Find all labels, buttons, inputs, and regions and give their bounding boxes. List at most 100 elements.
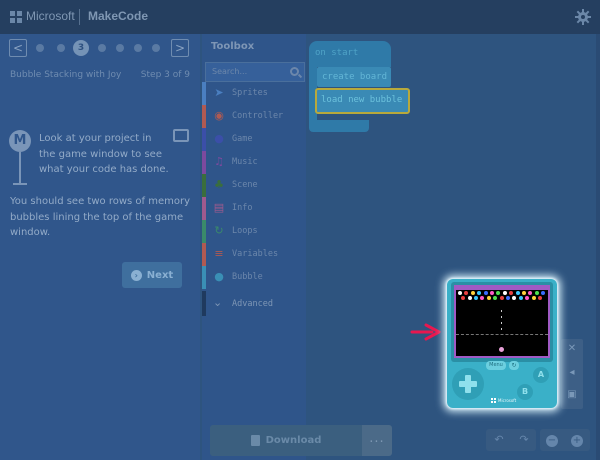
category-color-bar	[202, 174, 206, 197]
memory-bubble	[531, 296, 536, 300]
step-navigation: < 3 >	[0, 34, 200, 62]
zoom-in-button[interactable]: +	[564, 429, 590, 451]
block-container-foot	[309, 120, 369, 132]
search-icon[interactable]	[290, 67, 299, 76]
aim-dot	[501, 322, 502, 324]
a-button[interactable]: A	[533, 367, 549, 383]
undo-button[interactable]: ↶	[486, 429, 512, 451]
toolbox-category-scene[interactable]: ♣ Scene	[202, 174, 306, 197]
load-new-bubble-block[interactable]: load new bubble	[315, 88, 410, 114]
makecode-hint-icon: M	[9, 130, 31, 152]
category-label: Scene	[232, 180, 258, 190]
download-button[interactable]: Download	[210, 425, 362, 456]
category-label: Info	[232, 203, 253, 213]
mute-icon[interactable]: ◂	[561, 363, 583, 383]
on-start-label: on start	[315, 48, 359, 58]
step-dot-current[interactable]: 3	[73, 40, 89, 56]
fullscreen-icon[interactable]: ▣	[561, 385, 583, 405]
toolbox-category-music[interactable]: ♫ Music	[202, 151, 306, 174]
toolbox-category-advanced[interactable]: ⌄ Advanced	[202, 291, 306, 316]
gear-icon[interactable]	[575, 9, 591, 25]
toolbox-category-bubble[interactable]: ● Bubble	[202, 266, 306, 289]
next-button[interactable]: › Next	[122, 262, 182, 288]
tutorial-step-label: Step 3 of 9	[140, 70, 190, 80]
redo-icon: ↷	[519, 433, 529, 446]
tutorial-instruction: Look at your project in the game window …	[39, 133, 169, 175]
toolbox-category-info[interactable]: ▤ Info	[202, 197, 306, 220]
toolbox-category-sprites[interactable]: ➤ Sprites	[202, 82, 306, 105]
next-step-arrow-button[interactable]: >	[171, 39, 189, 57]
category-color-bar	[202, 151, 206, 174]
redo-button[interactable]: ↷	[512, 429, 536, 451]
zoom-out-button[interactable]: −	[540, 429, 564, 451]
aim-dot	[501, 328, 502, 330]
microsoft-logo-icon	[10, 11, 22, 23]
pointer-arrow-icon	[410, 323, 441, 341]
reset-icon[interactable]: ↻	[509, 361, 519, 370]
headphones-icon: ♫	[214, 155, 224, 168]
aim-dot	[501, 310, 502, 312]
menu-button[interactable]: Menu	[486, 361, 506, 370]
category-color-bar	[202, 197, 206, 220]
dpad[interactable]	[452, 368, 484, 400]
toolbox-category-variables[interactable]: ≡ Variables	[202, 243, 306, 266]
memory-bubble	[515, 291, 520, 295]
toolbox: Toolbox Search... ➤ Sprites ◉ Controller ● Ga…	[202, 34, 306, 460]
prev-step-button[interactable]: <	[9, 39, 27, 57]
simulator-brand-label: Microsoft	[498, 398, 517, 403]
tutorial-description: You should see two rows of memory bubble…	[10, 196, 190, 238]
tutorial-title: Bubble Stacking with Joy	[10, 70, 122, 80]
simulator-toolbar: ✕ ◂ ▣	[561, 339, 583, 409]
id-card-icon: ▤	[213, 201, 225, 214]
toolbox-title: Toolbox	[211, 41, 255, 52]
on-start-block[interactable]: on start	[309, 41, 391, 67]
top-bar: Microsoft MakeCode	[0, 0, 600, 34]
image-icon[interactable]	[173, 129, 189, 142]
toolbox-category-loops[interactable]: ↻ Loops	[202, 220, 306, 243]
download-label: Download	[265, 435, 322, 446]
step-dot[interactable]	[134, 44, 142, 52]
category-color-bar	[202, 128, 206, 151]
category-color-bar	[202, 291, 206, 316]
shooter-bubble	[499, 347, 504, 352]
memory-bubble	[467, 296, 472, 300]
category-label: Loops	[232, 226, 258, 236]
step-dot[interactable]	[98, 44, 106, 52]
workspace-scrollbar[interactable]	[596, 34, 600, 460]
memory-bubble	[483, 291, 488, 295]
app-title[interactable]: MakeCode	[88, 9, 148, 23]
step-dot[interactable]	[57, 44, 65, 52]
step-dot[interactable]	[116, 44, 124, 52]
simulator-brand: Microsoft	[491, 398, 516, 403]
memory-bubble	[470, 291, 475, 295]
memory-bubble	[490, 291, 494, 295]
toolbox-category-game[interactable]: ● Game	[202, 128, 306, 151]
b-button[interactable]: B	[517, 384, 533, 400]
close-icon[interactable]: ✕	[561, 339, 583, 359]
toolbox-search-input[interactable]: Search...	[205, 62, 305, 82]
memory-bubble	[502, 291, 507, 295]
load-new-bubble-label: load new bubble	[321, 95, 403, 105]
create-board-block[interactable]: create board	[317, 67, 391, 87]
danger-line	[456, 334, 548, 335]
memory-bubble	[486, 296, 491, 300]
memory-bubble	[506, 296, 510, 300]
category-label: Controller	[232, 111, 284, 121]
game-screen[interactable]	[454, 285, 550, 358]
step-dot[interactable]	[152, 44, 160, 52]
gamepad-icon: ◉	[214, 109, 224, 122]
category-color-bar	[202, 243, 206, 266]
refresh-icon: ↻	[214, 224, 224, 237]
more-options-button[interactable]: ...	[362, 425, 392, 456]
tutorial-panel: < 3 > Bubble Stacking with Joy Step 3 of…	[0, 34, 200, 460]
step-dot[interactable]	[36, 44, 44, 52]
download-icon	[250, 435, 260, 446]
memory-bubble	[474, 296, 478, 300]
toolbox-category-controller[interactable]: ◉ Controller	[202, 105, 306, 128]
create-board-label: create board	[322, 72, 388, 82]
category-color-bar	[202, 220, 206, 243]
search-placeholder: Search...	[212, 67, 248, 76]
undo-icon: ↶	[494, 433, 504, 446]
memory-bubble	[538, 296, 542, 300]
next-button-label: Next	[146, 269, 174, 281]
